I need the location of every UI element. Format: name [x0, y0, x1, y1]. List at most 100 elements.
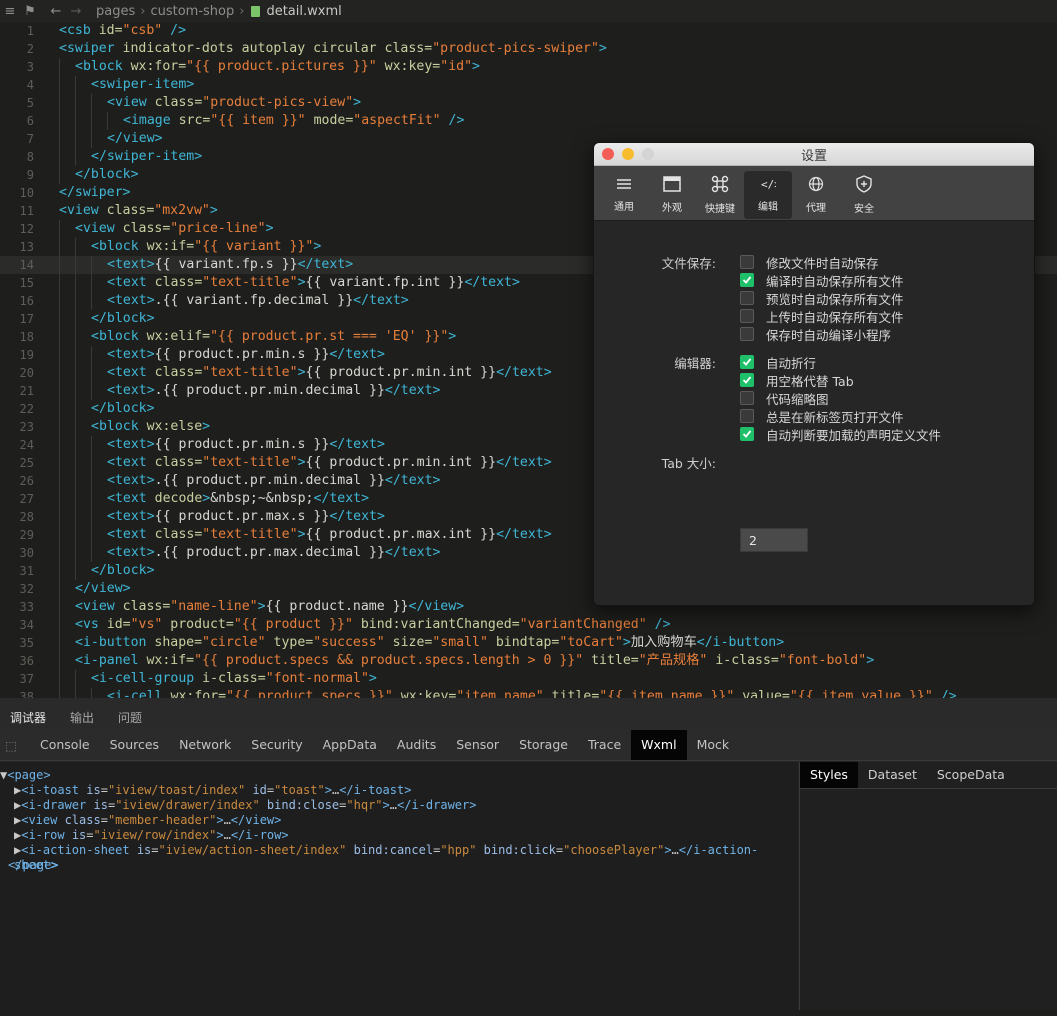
code-text[interactable]: <view class="product-pics-view">	[59, 94, 361, 112]
panel-tab[interactable]: 输出	[70, 709, 94, 726]
devtools-tab[interactable]: Wxml	[631, 730, 687, 760]
side-tab[interactable]: ScopeData	[927, 762, 1015, 788]
code-text[interactable]: <text>{{ product.pr.min.s }}</text>	[59, 346, 385, 364]
code-line[interactable]: 2 <swiper indicator-dots autoplay circula…	[0, 40, 1057, 58]
tree-row[interactable]: ▶<i-row is="iview/row/index">…</i-row>	[0, 828, 774, 843]
code-text[interactable]: <block wx:else>	[59, 418, 210, 436]
code-text[interactable]: </block>	[59, 400, 155, 418]
side-tab[interactable]: Dataset	[858, 762, 927, 788]
back-arrow-icon[interactable]: ←	[46, 4, 66, 19]
devtools-tab[interactable]: Trace	[578, 730, 631, 760]
checkbox-unchecked[interactable]	[740, 309, 754, 323]
code-line[interactable]: 4 <swiper-item>	[0, 76, 1057, 94]
code-text[interactable]: <text>{{ product.pr.max.s }}</text>	[59, 508, 385, 526]
code-text[interactable]: <text>.{{ product.pr.min.decimal }}</tex…	[59, 472, 440, 490]
checkbox-option[interactable]: 保存时自动编译小程序	[740, 325, 891, 343]
checkbox-unchecked[interactable]	[740, 327, 754, 341]
settings-tab[interactable]: 外观	[648, 171, 696, 219]
code-line[interactable]: 35 <i-button shape="circle" type="success…	[0, 634, 1057, 652]
code-line[interactable]: 34 <vs id="vs" product="{{ product }}" bi…	[0, 616, 1057, 634]
devtools-tab[interactable]: Console	[30, 730, 100, 760]
code-text[interactable]: <i-panel wx:if="{{ product.specs && prod…	[59, 652, 874, 670]
code-line[interactable]: 1 <csb id="csb" />	[0, 22, 1057, 40]
code-text[interactable]: <text decode>&nbsp;~&nbsp;</text>	[59, 490, 369, 508]
tree-row[interactable]: ▶<i-drawer is="iview/drawer/index" bind:…	[0, 798, 774, 813]
checkbox-unchecked[interactable]	[740, 255, 754, 269]
devtools-tab[interactable]: Security	[241, 730, 312, 760]
wxml-tree[interactable]: ▼<page> ▶<i-toast is="iview/toast/index" …	[0, 762, 798, 1016]
checkbox-unchecked[interactable]	[740, 409, 754, 423]
tab-size-input[interactable]: 2	[740, 528, 808, 552]
code-text[interactable]: </block>	[59, 166, 139, 184]
code-text[interactable]: </view>	[59, 580, 131, 598]
checkbox-option[interactable]: 编译时自动保存所有文件	[740, 271, 904, 289]
code-line[interactable]: 3 <block wx:for="{{ product.pictures }}" …	[0, 58, 1057, 76]
code-text[interactable]: <block wx:elif="{{ product.pr.st === 'EQ…	[59, 328, 456, 346]
panel-tab[interactable]: 调试器	[10, 709, 46, 726]
settings-tab[interactable]: 代理	[792, 171, 840, 219]
code-text[interactable]: <text>.{{ product.pr.min.decimal }}</tex…	[59, 382, 440, 400]
settings-tab[interactable]: 快捷键	[696, 171, 744, 219]
code-text[interactable]: <block wx:for="{{ product.pictures }}" w…	[59, 58, 480, 76]
code-text[interactable]: <text class="text-title">{{ variant.fp.i…	[59, 274, 520, 292]
settings-tab[interactable]: </> 编辑	[744, 171, 792, 219]
code-text[interactable]: </view>	[59, 130, 163, 148]
forward-arrow-icon[interactable]: →	[66, 4, 86, 19]
code-text[interactable]: <text>.{{ variant.fp.decimal }}</text>	[59, 292, 409, 310]
code-text[interactable]: <swiper indicator-dots autoplay circular…	[59, 40, 607, 58]
code-text[interactable]: <view class="price-line">	[59, 220, 274, 238]
devtools-tab[interactable]: Sources	[100, 730, 169, 760]
devtools-tab[interactable]: Network	[169, 730, 241, 760]
checkbox-unchecked[interactable]	[740, 291, 754, 305]
dialog-titlebar[interactable]: 设置	[594, 143, 1034, 166]
code-text[interactable]: <text class="text-title">{{ product.pr.m…	[59, 454, 552, 472]
code-text[interactable]: <text>.{{ product.pr.max.decimal }}</tex…	[59, 544, 440, 562]
tree-row[interactable]: ▶<view class="member-header">…</view>	[0, 813, 774, 828]
code-line[interactable]: 37 <i-cell-group i-class="font-normal">	[0, 670, 1057, 688]
code-text[interactable]: </block>	[59, 562, 155, 580]
code-text[interactable]: <text>{{ product.pr.min.s }}</text>	[59, 436, 385, 454]
breadcrumb-custom-shop[interactable]: custom-shop	[150, 4, 234, 19]
checkbox-option[interactable]: 自动判断要加载的声明定义文件	[740, 425, 941, 443]
code-text[interactable]: <i-cell-group i-class="font-normal">	[59, 670, 377, 688]
tree-row[interactable]: </page>	[0, 858, 798, 873]
code-text[interactable]: <i-button shape="circle" type="success" …	[59, 634, 784, 652]
breadcrumb-pages[interactable]: pages	[96, 4, 135, 19]
code-text[interactable]: <vs id="vs" product="{{ product }}" bind…	[59, 616, 671, 634]
tree-row[interactable]: ▶<i-action-sheet is="iview/action-sheet/…	[0, 843, 774, 872]
checkbox-option[interactable]: 代码缩略图	[740, 389, 829, 407]
code-text[interactable]: <block wx:if="{{ variant }}">	[59, 238, 321, 256]
menu-icon[interactable]: ≡	[0, 4, 20, 19]
checkbox-unchecked[interactable]	[740, 391, 754, 405]
code-text[interactable]: </swiper-item>	[59, 148, 202, 166]
checkbox-option[interactable]: 总是在新标签页打开文件	[740, 407, 904, 425]
checkbox-option[interactable]: 上传时自动保存所有文件	[740, 307, 904, 325]
code-line[interactable]: 36 <i-panel wx:if="{{ product.specs && pr…	[0, 652, 1057, 670]
checkbox-checked[interactable]	[740, 355, 754, 369]
checkbox-checked[interactable]	[740, 427, 754, 441]
code-text[interactable]: <image src="{{ item }}" mode="aspectFit"…	[59, 112, 464, 130]
checkbox-option[interactable]: 修改文件时自动保存	[740, 253, 879, 271]
code-text[interactable]: <view class="name-line">{{ product.name …	[59, 598, 464, 616]
tree-row[interactable]: ▼<page>	[0, 768, 798, 783]
code-text[interactable]: <swiper-item>	[59, 76, 194, 94]
checkbox-option[interactable]: 预览时自动保存所有文件	[740, 289, 904, 307]
tree-row[interactable]: ▶<i-toast is="iview/toast/index" id="toa…	[0, 783, 774, 798]
code-text[interactable]: <text class="text-title">{{ product.pr.m…	[59, 364, 552, 382]
code-text[interactable]: <text class="text-title">{{ product.pr.m…	[59, 526, 552, 544]
devtools-tab[interactable]: Sensor	[446, 730, 509, 760]
panel-tab[interactable]: 问题	[118, 709, 142, 726]
devtools-tab[interactable]: Audits	[387, 730, 446, 760]
settings-tab[interactable]: 安全	[840, 171, 888, 219]
side-tab[interactable]: Styles	[800, 762, 858, 788]
checkbox-checked[interactable]	[740, 373, 754, 387]
checkbox-option[interactable]: 用空格代替 Tab	[740, 371, 854, 389]
breadcrumb-file[interactable]: detail.wxml	[266, 4, 341, 19]
code-text[interactable]: <i-cell wx:for="{{ product.specs }}" wx:…	[59, 688, 957, 698]
code-line[interactable]: 5 <view class="product-pics-view">	[0, 94, 1057, 112]
code-text[interactable]: <csb id="csb" />	[59, 22, 186, 40]
settings-tab[interactable]: 通用	[600, 171, 648, 219]
checkbox-checked[interactable]	[740, 273, 754, 287]
devtools-tab[interactable]: Storage	[509, 730, 578, 760]
code-text[interactable]: <text>{{ variant.fp.s }}</text>	[59, 256, 353, 274]
